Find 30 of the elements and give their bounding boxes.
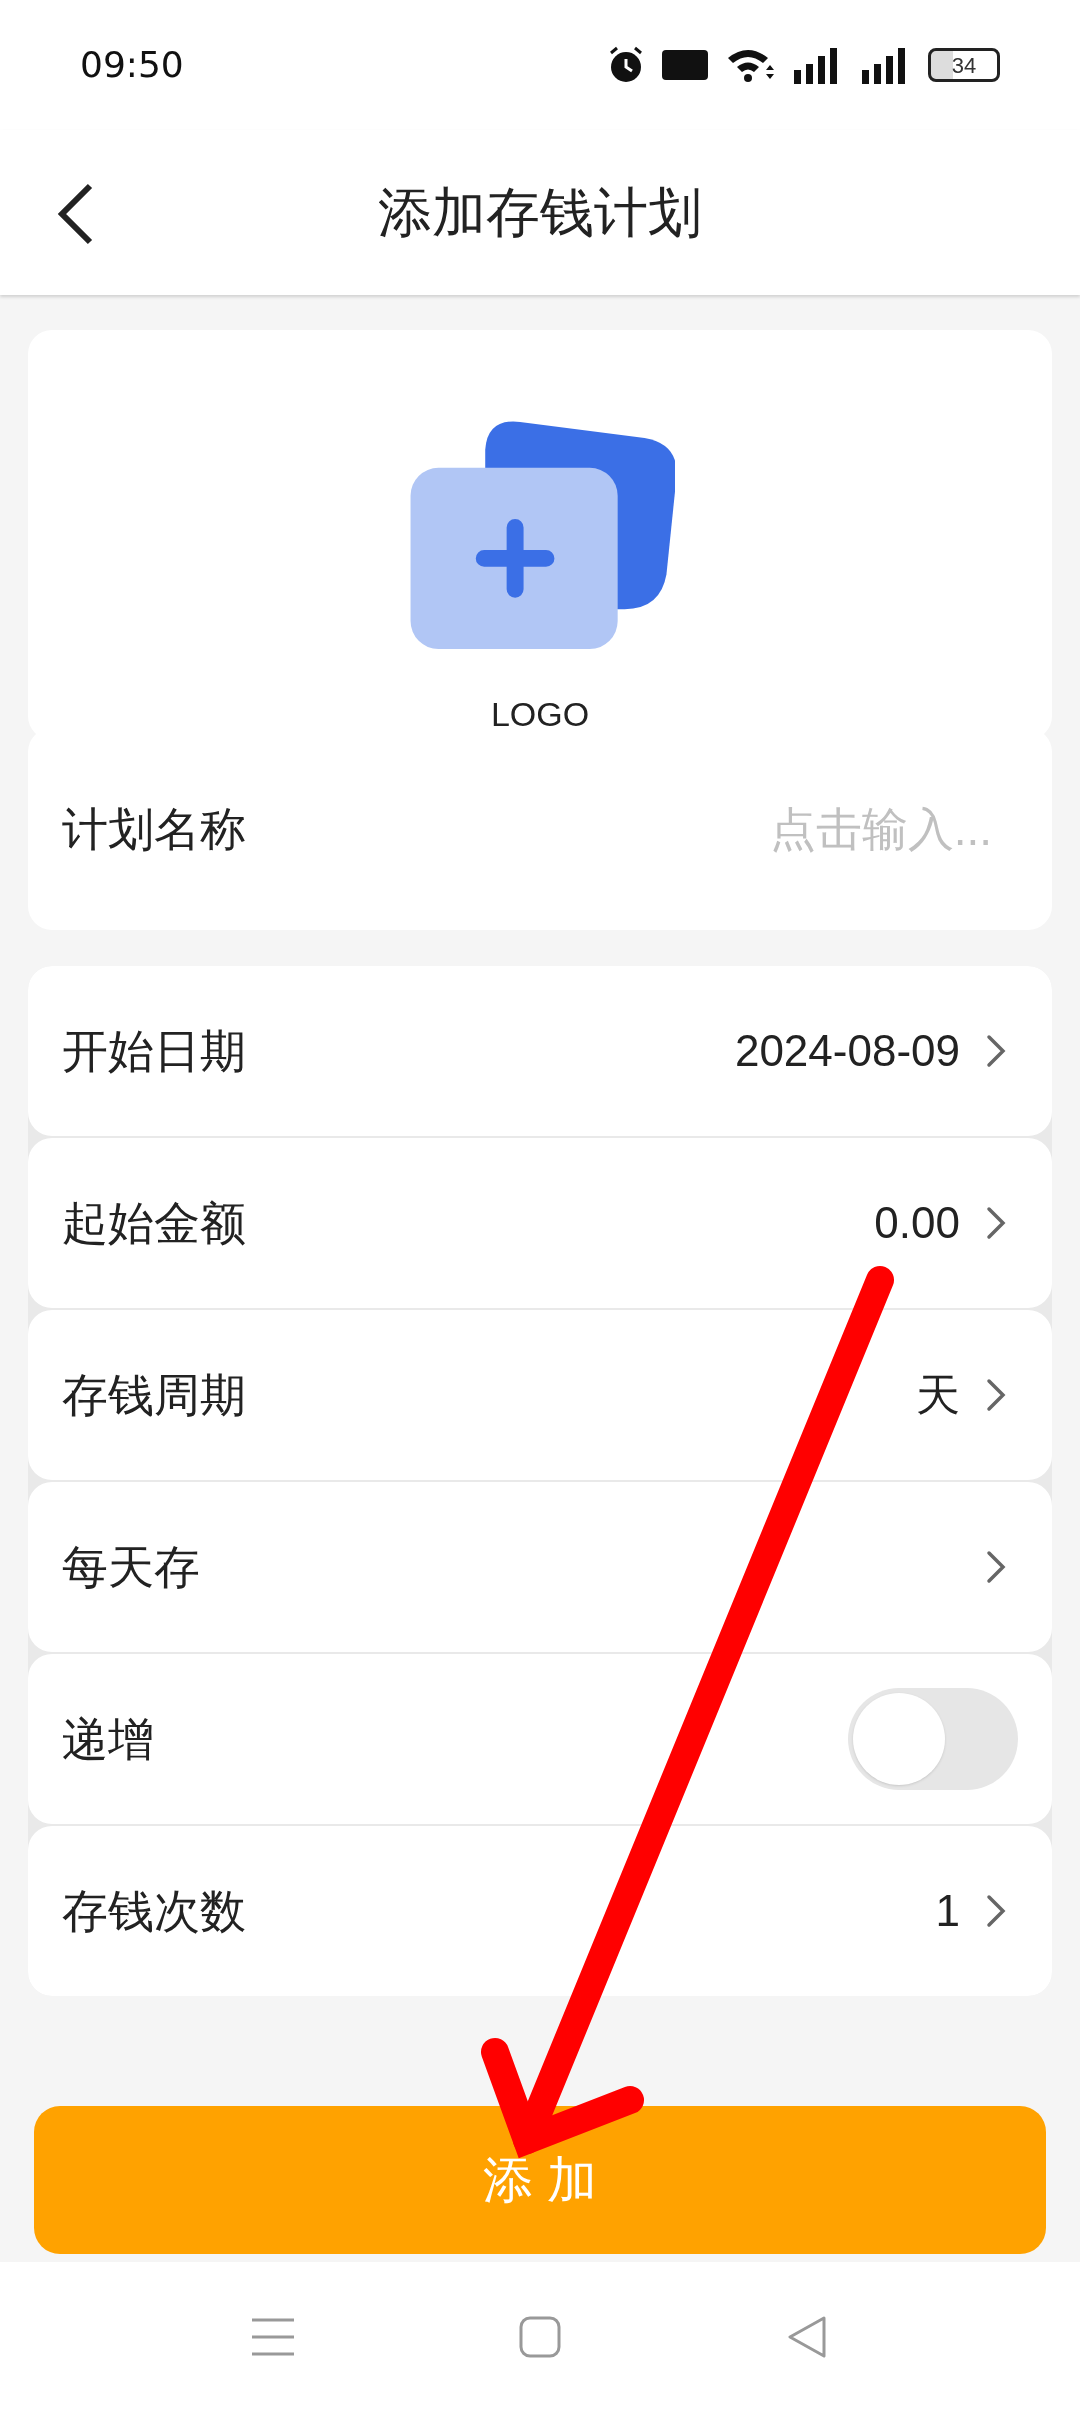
settings-row[interactable]: 每天存 [28,1482,1052,1652]
settings-row[interactable]: 起始金额 0.00 [28,1138,1052,1308]
row-value: 1 [935,1885,960,1937]
row-value: 天 [916,1369,960,1421]
plan-name-field[interactable]: 点击输入... [592,794,992,864]
page-title: 添加存钱计划 [378,181,702,244]
battery-indicator: 34 [928,48,1000,82]
row-label: 起始金额 [62,1195,246,1251]
chevron-right-icon [986,1206,1006,1240]
chevron-right-icon [986,1034,1006,1068]
row-label: 递增 [62,1711,154,1767]
row-label: 开始日期 [62,1023,246,1079]
status-time: 09:50 [80,43,184,87]
row-label: 每天存 [62,1539,200,1595]
settings-row[interactable]: 存钱周期 天 [28,1310,1052,1480]
row-value: 2024-08-09 [734,1025,960,1077]
row-label: 存钱周期 [62,1367,246,1423]
settings-row[interactable]: 递增 [28,1654,1052,1824]
chevron-right-icon [986,1894,1006,1928]
settings-row[interactable]: 存钱次数 1 [28,1826,1052,1996]
field-label: 计划名称 [62,801,246,857]
menu-icon[interactable] [252,2316,295,2358]
home-icon[interactable] [519,2316,561,2358]
settings-row[interactable]: 开始日期 2024-08-09 [28,966,1052,1136]
alarm-icon [608,46,644,84]
row-value: 0.00 [874,1197,960,1249]
logo-label: LOGO [490,694,590,735]
row-label: 存钱次数 [62,1883,246,1939]
chevron-right-icon [986,1550,1006,1584]
chevron-right-icon [986,1378,1006,1412]
